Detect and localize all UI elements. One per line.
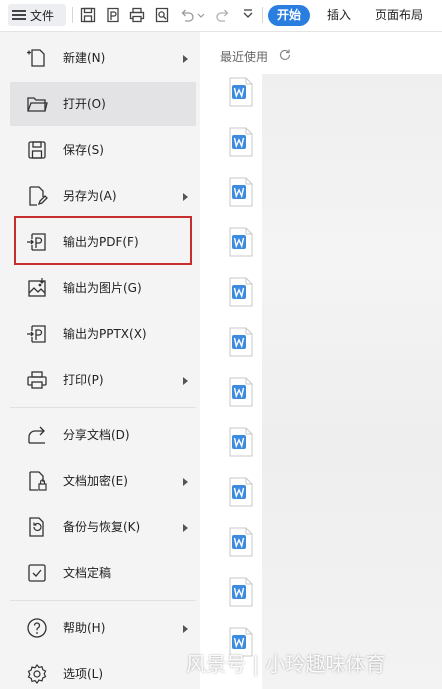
- tab-start[interactable]: 开始: [268, 5, 310, 26]
- menu-item-options[interactable]: 选项(L): [10, 652, 196, 689]
- menu-item-share[interactable]: 分享文档(D): [10, 413, 196, 457]
- watermark: 风景号 | 小玲趣味体育: [186, 652, 386, 676]
- recent-files-panel: 最近使用: [200, 32, 442, 689]
- new-file-icon: [26, 47, 48, 69]
- menu-item-label: 打开(O): [63, 97, 106, 111]
- save-icon[interactable]: [79, 6, 97, 24]
- undo-dropdown-icon[interactable]: [196, 6, 206, 24]
- backup-icon: [26, 516, 48, 538]
- submenu-arrow-icon: [183, 377, 188, 385]
- export-image-icon: [26, 277, 48, 299]
- submenu-arrow-icon: [183, 55, 188, 63]
- word-document-icon[interactable]: [228, 277, 254, 307]
- print-preview-icon[interactable]: [153, 6, 171, 24]
- file-menu-button[interactable]: 文件: [8, 4, 66, 26]
- menu-item-export-image[interactable]: 输出为图片(G): [10, 266, 196, 310]
- menu-item-label: 另存为(A): [63, 189, 117, 203]
- customize-toolbar-icon[interactable]: [239, 6, 257, 24]
- menu-item-new[interactable]: 新建(N): [10, 36, 196, 80]
- menu-item-label: 帮助(H): [63, 621, 106, 635]
- file-menu-label: 文件: [30, 8, 55, 23]
- help-icon: [26, 617, 48, 639]
- word-document-icon[interactable]: [228, 327, 254, 357]
- recent-files-title: 最近使用: [220, 50, 269, 64]
- menu-item-finalize[interactable]: 文档定稿: [10, 551, 196, 595]
- print-icon[interactable]: [128, 6, 146, 24]
- menu-item-label: 文档加密(E): [63, 474, 128, 488]
- export-pptx-icon: [26, 323, 48, 345]
- share-icon: [26, 424, 48, 446]
- menu-item-label: 输出为PPTX(X): [63, 327, 147, 341]
- submenu-arrow-icon: [183, 193, 188, 201]
- tab-page-layout[interactable]: 页面布局: [375, 5, 423, 26]
- menu-item-print[interactable]: 打印(P): [10, 358, 196, 402]
- finalize-icon: [26, 562, 48, 584]
- export-pdf-icon[interactable]: [104, 6, 122, 24]
- menu-item-label: 分享文档(D): [63, 428, 130, 442]
- menu-item-save-as[interactable]: 另存为(A): [10, 174, 196, 218]
- tab-insert[interactable]: 插入: [327, 5, 351, 26]
- word-document-icon[interactable]: [228, 477, 254, 507]
- toolbar-divider: [72, 7, 73, 23]
- menu-item-label: 新建(N): [63, 51, 106, 65]
- word-document-icon[interactable]: [228, 427, 254, 457]
- word-document-icon[interactable]: [228, 77, 254, 107]
- recent-files-list-blurred: [262, 74, 442, 689]
- refresh-icon[interactable]: [278, 48, 292, 62]
- submenu-arrow-icon: [183, 625, 188, 633]
- file-menu-panel: 新建(N) 打开(O) 保存(S) 另存为(A) 输出为PDF(F) 输出为图片…: [0, 32, 200, 689]
- toolbar-divider: [262, 7, 263, 23]
- menu-item-backup[interactable]: 备份与恢复(K): [10, 505, 196, 549]
- menu-item-save[interactable]: 保存(S): [10, 128, 196, 172]
- word-document-icon[interactable]: [228, 227, 254, 257]
- encrypt-icon: [26, 470, 48, 492]
- menu-item-label: 文档定稿: [63, 566, 112, 580]
- menu-item-export-pptx[interactable]: 输出为PPTX(X): [10, 312, 196, 356]
- menu-item-label: 输出为图片(G): [63, 281, 142, 295]
- word-document-icon[interactable]: [228, 527, 254, 557]
- menu-item-label: 选项(L): [63, 667, 104, 681]
- menu-item-label: 保存(S): [63, 143, 104, 157]
- word-document-icon[interactable]: [228, 127, 254, 157]
- menu-divider: [10, 600, 196, 601]
- toolbar: 文件 开始 插入 页面布局: [0, 0, 442, 32]
- word-document-icon[interactable]: [228, 577, 254, 607]
- save-icon: [26, 139, 48, 161]
- open-folder-icon: [26, 93, 48, 115]
- save-as-icon: [26, 185, 48, 207]
- submenu-arrow-icon: [183, 478, 188, 486]
- menu-item-help[interactable]: 帮助(H): [10, 606, 196, 650]
- redo-icon[interactable]: [214, 6, 232, 24]
- word-document-icon[interactable]: [228, 177, 254, 207]
- submenu-arrow-icon: [183, 524, 188, 532]
- menu-item-open[interactable]: 打开(O): [10, 82, 196, 126]
- menu-item-label: 备份与恢复(K): [63, 520, 141, 534]
- options-gear-icon: [26, 663, 48, 685]
- menu-item-label: 打印(P): [63, 373, 104, 387]
- print-icon: [26, 369, 48, 391]
- word-document-icon[interactable]: [228, 377, 254, 407]
- menu-divider: [10, 407, 196, 408]
- export-pdf-highlight-box: [14, 216, 192, 265]
- hamburger-icon: [12, 10, 26, 20]
- menu-item-encrypt[interactable]: 文档加密(E): [10, 459, 196, 503]
- undo-icon[interactable]: [178, 6, 196, 24]
